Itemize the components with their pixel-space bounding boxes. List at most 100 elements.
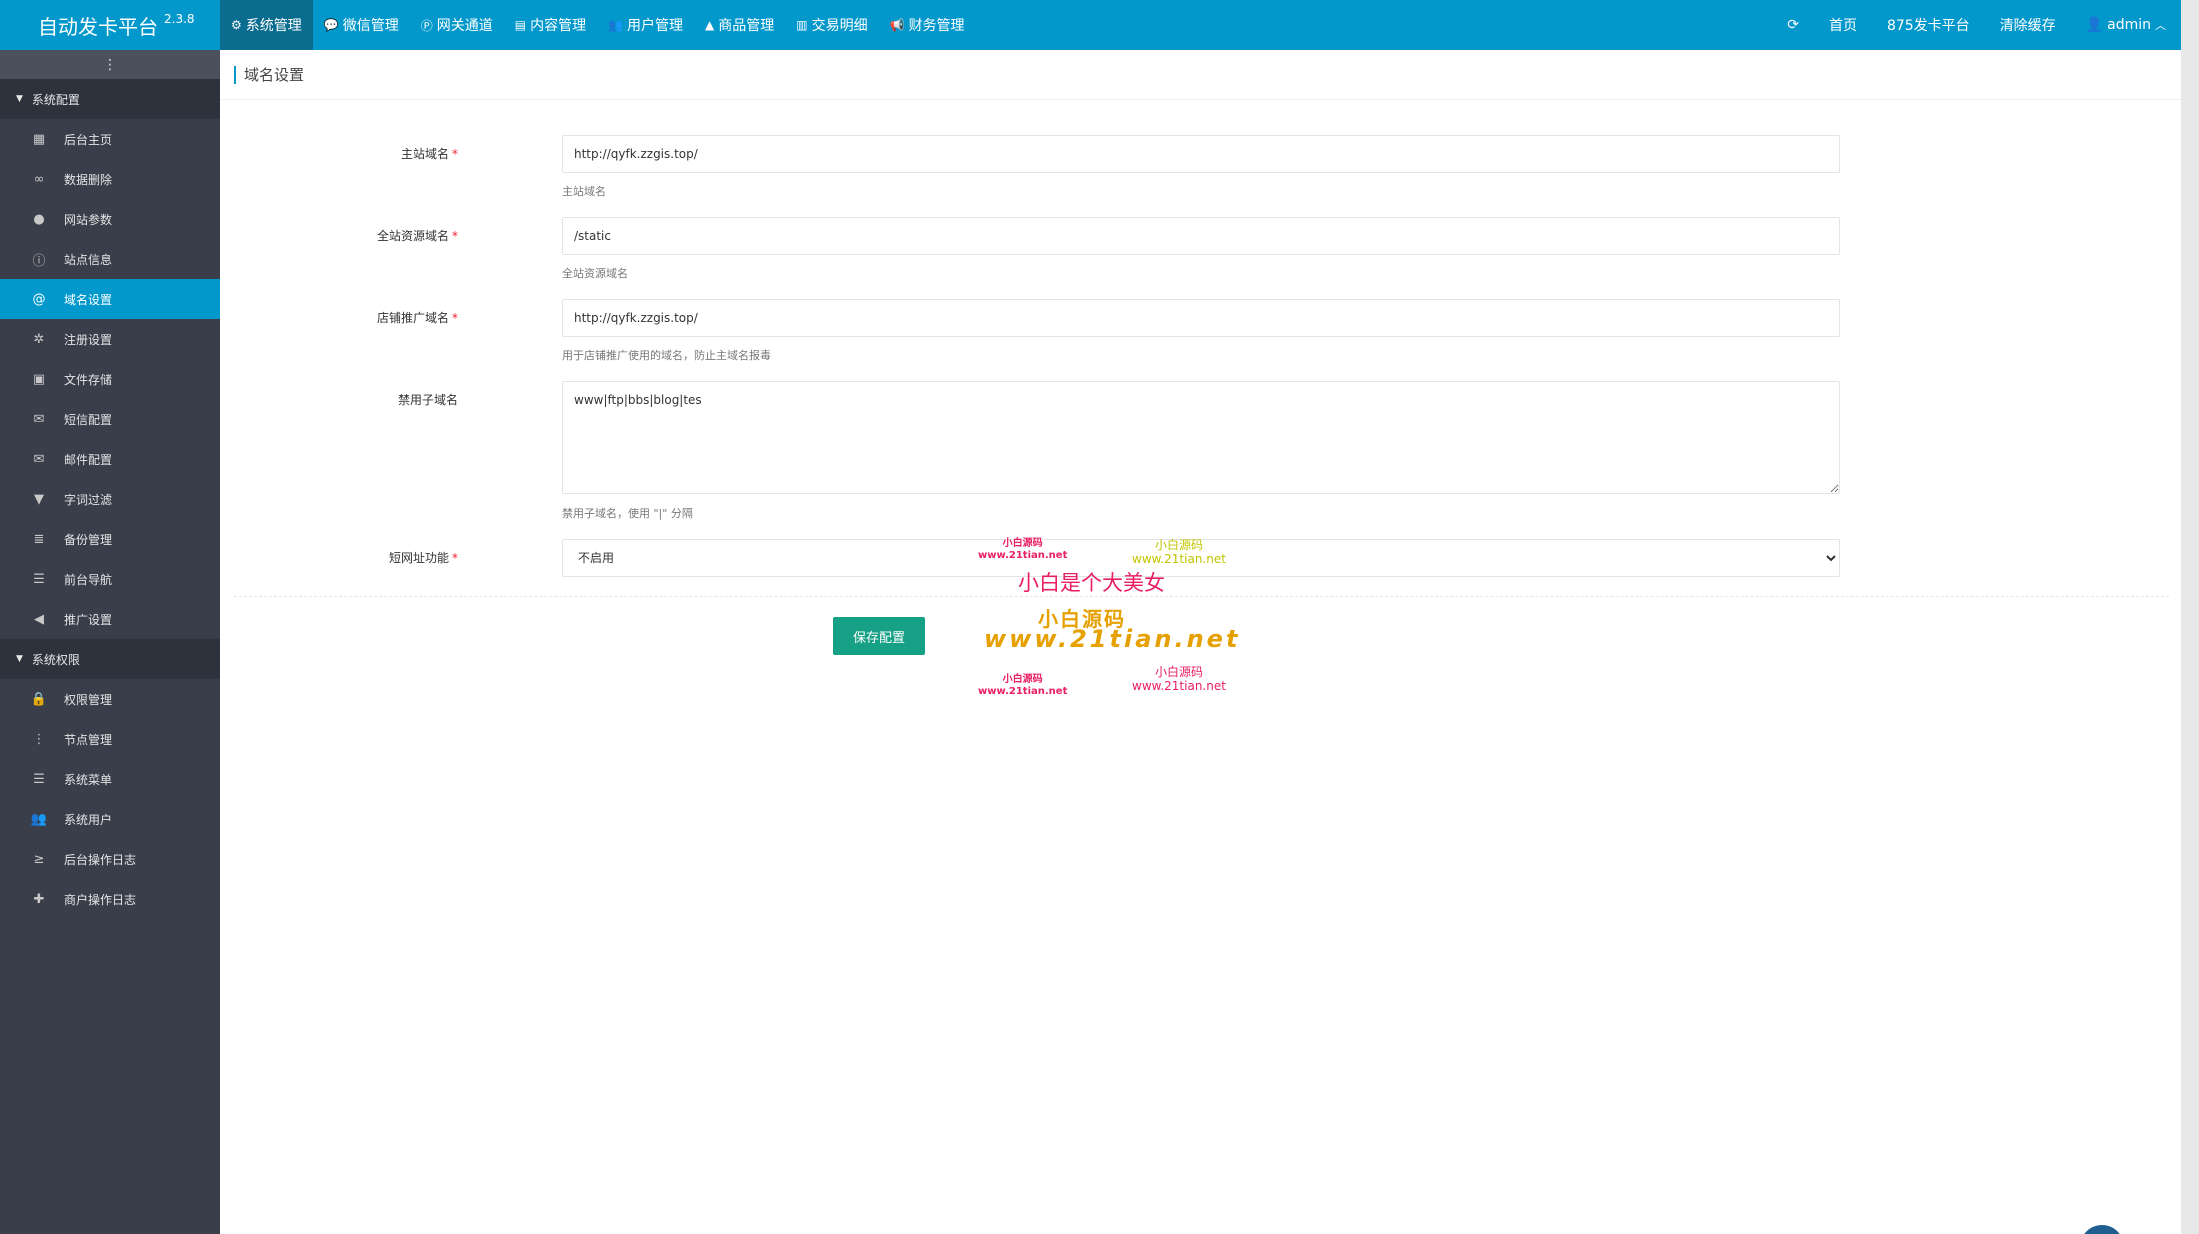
top-nav-item-2[interactable]: Ⓟ 网关通道 xyxy=(410,0,504,50)
sidebar-item-label: 权限管理 xyxy=(64,692,113,707)
sidebar-group-title: 系统权限 xyxy=(31,652,80,667)
watermark-small-2: 小白源码 www.21tian.net xyxy=(978,674,1068,697)
clear-cache-link[interactable]: 清除缓存 xyxy=(1985,0,2071,50)
title-accent-bar xyxy=(234,65,236,84)
sidebar-item-0-10[interactable]: ≣ 备份管理 xyxy=(0,519,220,559)
sidebar-item-0-11[interactable]: ☰ 前台导航 xyxy=(0,559,220,599)
page-title: 域名设置 xyxy=(244,66,305,84)
sidebar-item-label: 站点信息 xyxy=(64,252,113,267)
top-nav-item-4[interactable]: 👥 用户管理 xyxy=(597,0,694,50)
top-bar: 自动发卡平台 2.3.8 ⚙ 系统管理 💬 微信管理 Ⓟ 网关通道 ▤ 内容管理 👥 用户管理 ▲ 商… xyxy=(0,0,2181,50)
sidebar-item-label: 后台主页 xyxy=(64,132,113,147)
bars-icon: ☰ xyxy=(33,771,45,787)
sidebar-item-1-1[interactable]: ⋮ 节点管理 xyxy=(0,719,220,759)
platform-link[interactable]: 875发卡平台 xyxy=(1872,0,1985,50)
sidebar-item-1-0[interactable]: 🔒 权限管理 xyxy=(0,679,220,719)
save-icon: ▣ xyxy=(32,371,46,387)
sidebar-item-0-4[interactable]: @ 域名设置 xyxy=(0,279,220,319)
shop-domain-label: 店铺推广域名 * xyxy=(376,311,458,325)
user-menu[interactable]: 👤 admin ︿ xyxy=(2071,0,2181,50)
sidebar-group-1[interactable]: ▼ 系统权限 xyxy=(0,639,220,679)
sidebar-item-label: 网站参数 xyxy=(64,212,113,227)
caret-down-icon: ▼ xyxy=(16,94,23,104)
top-nav-item-5[interactable]: ▲ 商品管理 xyxy=(694,0,785,50)
top-nav-label: 财务管理 xyxy=(908,18,965,34)
sidebar-toggle[interactable]: ⋮ xyxy=(0,50,220,79)
app-name: 自动发卡平台 xyxy=(38,14,158,39)
sidebar-item-0-0[interactable]: ▦ 后台主页 xyxy=(0,119,220,159)
bullhorn-icon: ◀ xyxy=(34,611,44,627)
sidebar-item-0-8[interactable]: ✉ 邮件配置 xyxy=(0,439,220,479)
top-nav-item-1[interactable]: 💬 微信管理 xyxy=(313,0,410,50)
static-domain-input[interactable]: /static xyxy=(562,217,1840,255)
refresh-icon[interactable]: ⟳ xyxy=(1772,0,1814,50)
sidebar-item-1-5[interactable]: ✚ 商户操作日志 xyxy=(0,879,220,919)
apple-icon: ● xyxy=(33,211,45,227)
file-icon: ▤ xyxy=(514,18,527,32)
page-header: 域名设置 xyxy=(220,50,2181,100)
thumbtack-icon: ✚ xyxy=(33,891,45,907)
app-version: 2.3.8 xyxy=(164,12,195,26)
envelope-icon: ✉ xyxy=(33,411,45,427)
home-link[interactable]: 首页 xyxy=(1814,0,1872,50)
forbidden-subdomain-help: 禁用子域名，使用 "|" 分隔 xyxy=(562,507,693,520)
sidebar-item-0-2[interactable]: ● 网站参数 xyxy=(0,199,220,239)
sidebar-group-0[interactable]: ▼ 系统配置 xyxy=(0,79,220,119)
sidebar-item-1-2[interactable]: ☰ 系统菜单 xyxy=(0,759,220,799)
bullhorn-icon: 📢 xyxy=(889,18,905,32)
top-nav: ⚙ 系统管理 💬 微信管理 Ⓟ 网关通道 ▤ 内容管理 👥 用户管理 ▲ 商品管理 ▥ 交易明细 📢 财务管理 xyxy=(220,0,976,50)
sidebar-item-label: 注册设置 xyxy=(64,332,113,347)
users-icon: 👥 xyxy=(30,811,48,827)
sidebar-item-label: 字词过滤 xyxy=(64,492,113,507)
database-icon: ≣ xyxy=(33,531,45,547)
sidebar-item-label: 域名设置 xyxy=(64,292,113,307)
sidebar-item-label: 商户操作日志 xyxy=(64,892,137,907)
terminal-icon: ≥ xyxy=(33,851,45,867)
top-nav-label: 网关通道 xyxy=(436,18,493,34)
main-content: 域名设置 主站域名 * http://qyfk.zzgis.top/ 主站域名 全… xyxy=(220,50,2181,1234)
sidebar-item-label: 系统用户 xyxy=(64,812,113,827)
sidebar-group-title: 系统配置 xyxy=(31,92,80,107)
shop-domain-help: 用于店铺推广使用的域名，防止主域名报毒 xyxy=(562,349,771,362)
top-nav-label: 微信管理 xyxy=(342,18,399,34)
sidebar-item-label: 邮件配置 xyxy=(64,452,113,467)
top-nav-item-3[interactable]: ▤ 内容管理 xyxy=(504,0,597,50)
watermark-small-1: 小白源码 www.21tian.net xyxy=(978,538,1068,561)
top-nav-label: 内容管理 xyxy=(530,18,587,34)
main-domain-input[interactable]: http://qyfk.zzgis.top/ xyxy=(562,135,1840,173)
sidebar-item-0-1[interactable]: ∞ 数据删除 xyxy=(0,159,220,199)
sidebar-item-0-9[interactable]: ▼ 字词过滤 xyxy=(0,479,220,519)
main-domain-help: 主站域名 xyxy=(562,185,606,198)
top-nav-label: 系统管理 xyxy=(245,18,302,34)
sidebar-item-0-6[interactable]: ▣ 文件存储 xyxy=(0,359,220,399)
static-domain-label: 全站资源域名 * xyxy=(376,229,458,243)
save-config-button[interactable]: 保存配置 xyxy=(833,617,925,655)
filter-icon: ▼ xyxy=(34,491,44,507)
forbidden-subdomain-textarea[interactable]: www|ftp|bbs|blog|tes xyxy=(562,381,1840,494)
info-icon: ⓘ xyxy=(32,253,46,269)
brand[interactable]: 自动发卡平台 2.3.8 xyxy=(0,0,220,50)
top-nav-item-0[interactable]: ⚙ 系统管理 xyxy=(220,0,313,50)
cog-icon: ✲ xyxy=(33,331,45,347)
chevron-up-icon: ︿ xyxy=(2155,19,2166,32)
top-nav-item-7[interactable]: 📢 财务管理 xyxy=(879,0,976,50)
shop-domain-input[interactable]: http://qyfk.zzgis.top/ xyxy=(562,299,1840,337)
watermark-orange-url: www.21tian.net xyxy=(984,625,1241,653)
sidebar-item-0-12[interactable]: ◀ 推广设置 xyxy=(0,599,220,639)
sidebar-item-0-7[interactable]: ✉ 短信配置 xyxy=(0,399,220,439)
sidebar-item-label: 后台操作日志 xyxy=(64,852,137,867)
sidebar-item-1-3[interactable]: 👥 系统用户 xyxy=(0,799,220,839)
sidebar-item-label: 前台导航 xyxy=(64,572,113,587)
top-nav-item-6[interactable]: ▥ 交易明细 xyxy=(785,0,878,50)
at-icon: @ xyxy=(32,291,46,307)
sidebar-item-1-4[interactable]: ≥ 后台操作日志 xyxy=(0,839,220,879)
sidebar-item-0-5[interactable]: ✲ 注册设置 xyxy=(0,319,220,359)
bar-chart-icon: ▥ xyxy=(796,18,808,32)
right-scroll-strip xyxy=(2181,0,2199,1234)
area-chart-icon: ▦ xyxy=(32,131,46,147)
top-nav-label: 交易明细 xyxy=(811,18,868,34)
envelope-icon: ✉ xyxy=(33,451,45,467)
sidebar-item-0-3[interactable]: ⓘ 站点信息 xyxy=(0,239,220,279)
form-divider xyxy=(234,596,2169,597)
top-right-nav: ⟳ 首页 875发卡平台 清除缓存 👤 admin ︿ xyxy=(1772,0,2181,50)
